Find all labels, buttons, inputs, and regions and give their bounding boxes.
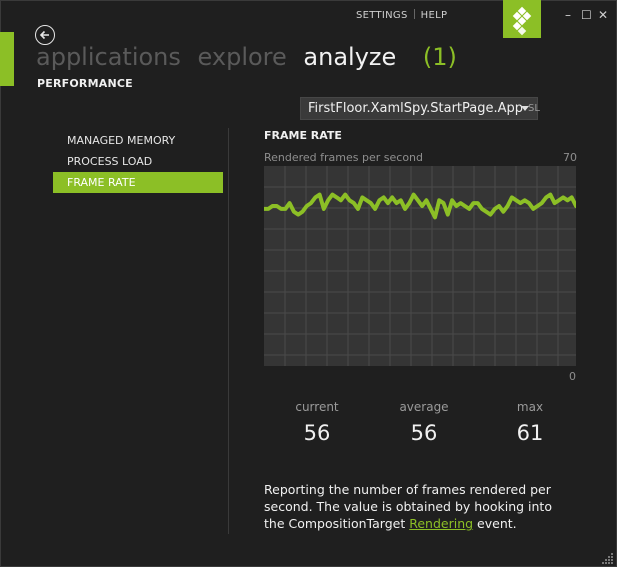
stat-current-label: current: [295, 400, 339, 414]
minimize-button[interactable]: –: [565, 8, 571, 22]
close-button[interactable]: ✕: [598, 8, 608, 22]
main-nav: applications explore analyze (1): [36, 42, 466, 72]
panel-divider: [228, 128, 229, 534]
metric-list: MANAGED MEMORY PROCESS LOAD FRAME RATE: [53, 130, 223, 193]
stat-average-value: 56: [410, 421, 438, 445]
menu-divider: [413, 9, 415, 19]
description-suffix: event.: [477, 516, 517, 531]
help-link[interactable]: HELP: [421, 10, 448, 21]
tab-explore[interactable]: explore: [198, 43, 287, 71]
process-selector[interactable]: FirstFloor.XamlSpy.StartPage.App SL: [300, 97, 540, 120]
stat-max: max 61: [485, 400, 575, 445]
chevron-down-icon: [521, 106, 529, 111]
section-title: PERFORMANCE: [37, 77, 133, 90]
maximize-button[interactable]: ☐: [581, 8, 592, 22]
app-logo: [503, 0, 541, 38]
app-count-badge: (1): [422, 43, 457, 71]
process-type-label: SL: [528, 103, 540, 114]
stat-current-value: 56: [303, 421, 331, 445]
frame-rate-chart: [264, 166, 576, 366]
tab-analyze[interactable]: analyze: [303, 43, 396, 71]
stat-max-label: max: [516, 400, 544, 414]
panel-title: FRAME RATE: [264, 129, 342, 142]
stat-max-value: 61: [516, 421, 544, 445]
description: Reporting the number of frames rendered …: [264, 481, 564, 532]
chart-axis-max: 70: [563, 151, 577, 164]
accent-bar: [0, 32, 14, 86]
chart-axis-min: 0: [569, 370, 576, 383]
stat-current: current 56: [272, 400, 362, 445]
rendering-link[interactable]: Rendering: [409, 516, 473, 531]
stats-row: current 56 average 56 max 61: [264, 400, 576, 460]
settings-link[interactable]: SETTINGS: [356, 10, 408, 21]
stat-average-label: average: [399, 400, 449, 414]
logo-icon: [512, 6, 532, 36]
back-arrow-icon: [39, 30, 49, 40]
chart-subtitle: Rendered frames per second: [264, 151, 424, 164]
stat-average: average 56: [379, 400, 469, 445]
metric-managed-memory[interactable]: MANAGED MEMORY: [53, 130, 223, 151]
metric-process-load[interactable]: PROCESS LOAD: [53, 151, 223, 172]
tab-applications[interactable]: applications: [36, 43, 181, 71]
top-menu: SETTINGS HELP: [356, 9, 447, 21]
resize-grip-icon[interactable]: [602, 552, 614, 564]
process-selector-value: FirstFloor.XamlSpy.StartPage.App: [308, 101, 524, 116]
metric-frame-rate[interactable]: FRAME RATE: [53, 172, 223, 193]
chart-background: [264, 166, 576, 366]
